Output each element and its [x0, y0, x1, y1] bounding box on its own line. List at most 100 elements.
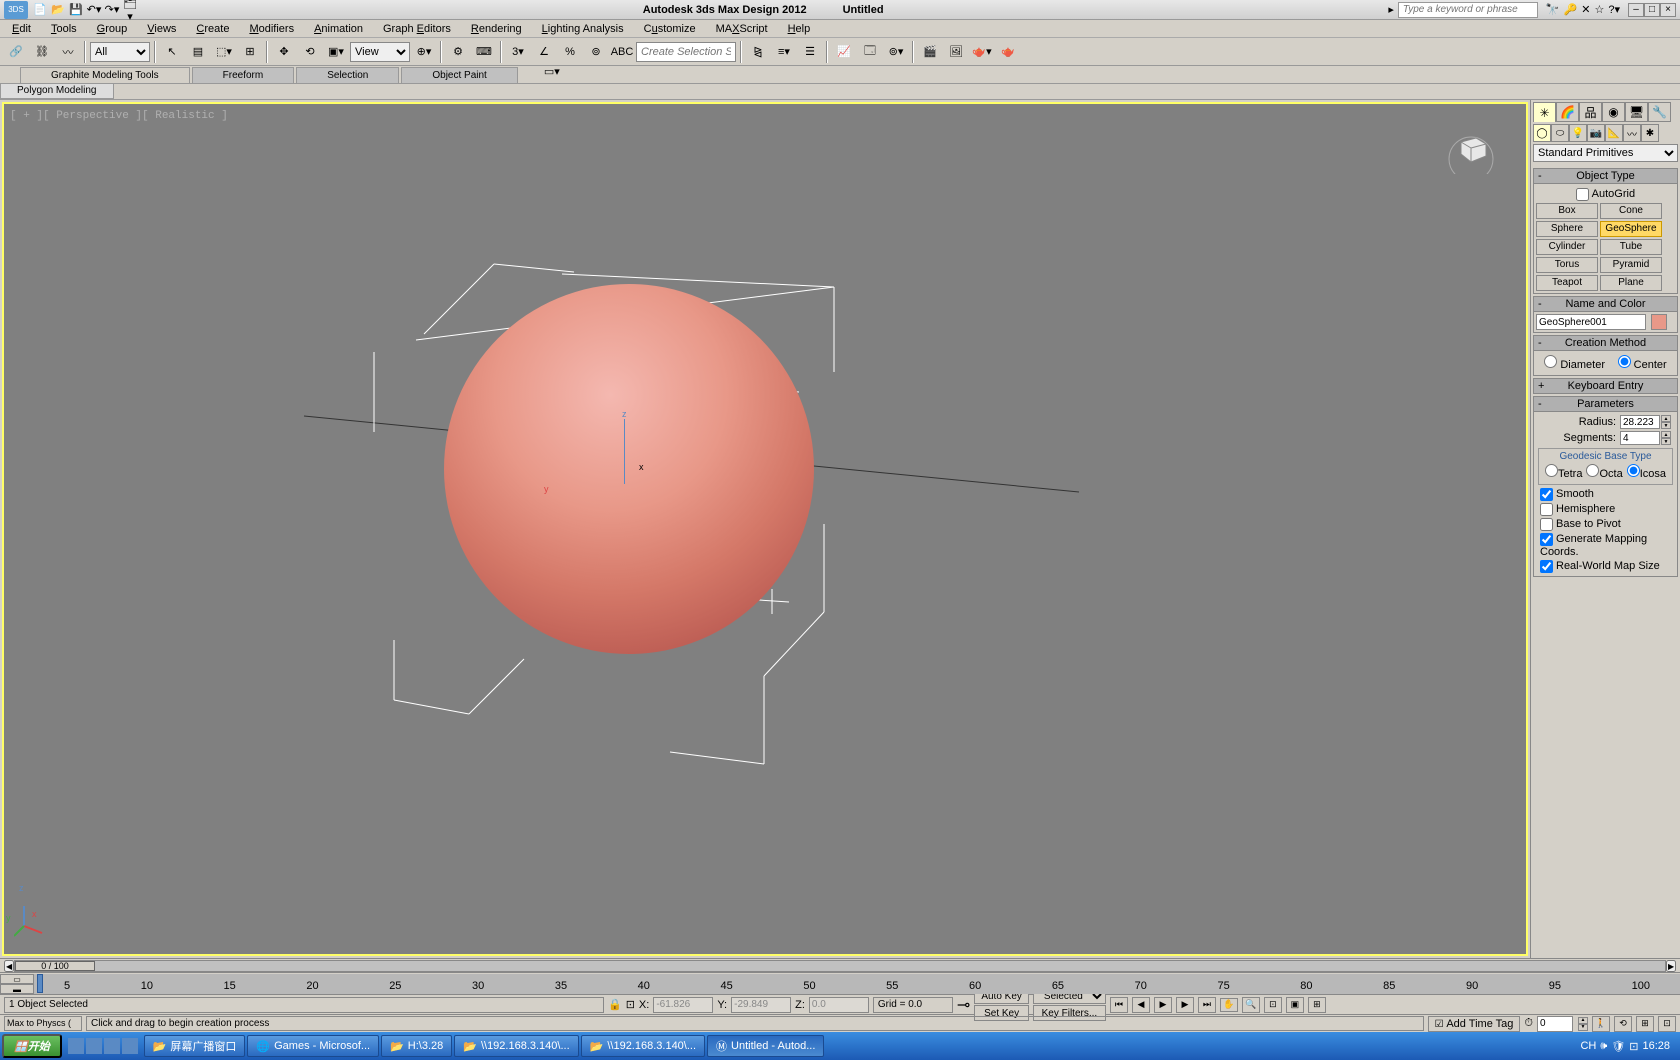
segments-input[interactable] [1620, 431, 1660, 445]
taskbar-task-5[interactable]: ⓂUntitled - Autod... [707, 1035, 824, 1057]
play-icon[interactable]: ▶ [1154, 997, 1172, 1013]
time-next-icon[interactable]: ▶ [1666, 960, 1676, 972]
unlink-icon[interactable]: ⛓ [30, 40, 54, 64]
spacewarps-icon[interactable]: 〰 [1623, 124, 1641, 142]
select-by-name-icon[interactable]: ▤ [186, 40, 210, 64]
cameras-icon[interactable]: 📷 [1587, 124, 1605, 142]
render-production-icon[interactable]: 🫖▾ [970, 40, 994, 64]
open-icon[interactable]: 📂 [50, 2, 66, 18]
taskbar-task-2[interactable]: 📂H:\3.28 [381, 1035, 452, 1057]
rollout-object-type[interactable]: -Object Type [1533, 168, 1678, 184]
help-icon[interactable]: ?▾ [1608, 3, 1620, 16]
menu-customize[interactable]: Customize [640, 22, 700, 36]
nav-orbit-icon[interactable]: ⟲ [1614, 1016, 1632, 1032]
cone-button[interactable]: Cone [1600, 203, 1662, 219]
viewcube[interactable] [1446, 124, 1496, 174]
menu-rendering[interactable]: Rendering [467, 22, 526, 36]
nav-field-icon[interactable]: ▣ [1286, 997, 1304, 1013]
diameter-radio[interactable]: Diameter [1544, 355, 1605, 371]
segments-spin-up[interactable]: ▲ [1661, 431, 1671, 438]
viewport[interactable]: [ + ][ Perspective ][ Realistic ] [2, 102, 1528, 956]
systems-icon[interactable]: ✱ [1641, 124, 1659, 142]
rotate-icon[interactable]: ⟲ [298, 40, 322, 64]
nav-maximize-icon[interactable]: ⊞ [1636, 1016, 1654, 1032]
geosphere-button[interactable]: GeoSphere [1600, 221, 1662, 237]
move-icon[interactable]: ✥ [272, 40, 296, 64]
schematic-view-icon[interactable]: 🗔 [858, 40, 882, 64]
taskbar-task-1[interactable]: 🌐Games - Microsof... [247, 1035, 379, 1057]
ref-coord-dropdown[interactable]: View [350, 42, 410, 62]
tube-button[interactable]: Tube [1600, 239, 1662, 255]
prev-frame-icon[interactable]: ◀ [1132, 997, 1150, 1013]
frame-input[interactable] [1537, 1016, 1573, 1032]
tab-object-paint[interactable]: Object Paint [401, 67, 517, 83]
shapes-icon[interactable]: ⬭ [1551, 124, 1569, 142]
ime-indicator[interactable]: CH [1580, 1040, 1596, 1052]
align-icon[interactable]: ≡▾ [772, 40, 796, 64]
infocenter-arrow-icon[interactable]: ▸ [1388, 3, 1394, 16]
layers-icon[interactable]: ☰ [798, 40, 822, 64]
maximize-button[interactable]: □ [1644, 3, 1660, 17]
rendered-frame-icon[interactable]: 🖼 [944, 40, 968, 64]
next-frame-icon[interactable]: ▶ [1176, 997, 1194, 1013]
geometry-icon[interactable]: ◯ [1533, 124, 1551, 142]
pyramid-button[interactable]: Pyramid [1600, 257, 1662, 273]
base-pivot-checkbox[interactable] [1540, 518, 1553, 531]
tab-selection[interactable]: Selection [296, 67, 399, 83]
close-button[interactable]: × [1660, 3, 1676, 17]
ql-explorer-icon[interactable] [104, 1038, 120, 1054]
tab-graphite[interactable]: Graphite Modeling Tools [20, 67, 190, 83]
time-slider-thumb[interactable]: 0 / 100 [15, 961, 95, 971]
hierarchy-tab-icon[interactable]: 品 [1579, 102, 1602, 122]
tray-icon-1[interactable]: 🕪 [1600, 1040, 1607, 1053]
nav-pan-icon[interactable]: ✋ [1220, 998, 1238, 1012]
frame-spin-down[interactable]: ▼ [1578, 1024, 1588, 1031]
start-button[interactable]: 🪟 开始 [2, 1034, 62, 1058]
pivot-center-icon[interactable]: ⊕▾ [412, 40, 436, 64]
material-editor-icon[interactable]: ⊚▾ [884, 40, 908, 64]
manipulate-icon[interactable]: ⚙ [446, 40, 470, 64]
radius-spin-up[interactable]: ▲ [1661, 415, 1671, 422]
menu-graph-editors[interactable]: Graph Editors [379, 22, 455, 36]
taskbar-task-4[interactable]: 📂\\192.168.3.140\... [581, 1035, 705, 1057]
segments-spin-down[interactable]: ▼ [1661, 438, 1671, 445]
minimize-button[interactable]: – [1628, 3, 1644, 17]
menu-animation[interactable]: Animation [310, 22, 367, 36]
mirror-icon[interactable]: ⧎ [746, 40, 770, 64]
render-icon[interactable]: 🫖 [996, 40, 1020, 64]
bind-icon[interactable]: 〰 [56, 40, 80, 64]
tab-freeform[interactable]: Freeform [192, 67, 295, 83]
track-key-icon[interactable]: ▬ [0, 984, 34, 994]
viewport-label[interactable]: [ + ][ Perspective ][ Realistic ] [10, 110, 228, 122]
realworld-checkbox[interactable] [1540, 560, 1553, 573]
time-marker[interactable] [37, 974, 43, 993]
modify-tab-icon[interactable]: 🌈 [1556, 102, 1579, 122]
tray-icon-3[interactable]: ⊡ [1629, 1040, 1638, 1053]
object-color-swatch[interactable] [1651, 314, 1667, 330]
x-coord-input[interactable] [653, 997, 713, 1013]
plane-button[interactable]: Plane [1600, 275, 1662, 291]
clock[interactable]: 16:28 [1642, 1040, 1670, 1052]
new-icon[interactable]: 📄 [32, 2, 48, 18]
mapping-checkbox[interactable] [1540, 533, 1553, 546]
icosa-radio[interactable]: Icosa [1627, 464, 1666, 480]
menu-views[interactable]: Views [143, 22, 180, 36]
rollout-name-color[interactable]: -Name and Color [1533, 296, 1678, 312]
tetra-radio[interactable]: Tetra [1545, 464, 1582, 480]
nav-zoom-all-icon[interactable]: ⊡ [1264, 997, 1282, 1013]
goto-start-icon[interactable]: ⏮ [1110, 997, 1128, 1013]
geosphere-object[interactable] [444, 284, 814, 654]
edit-selection-set-icon[interactable]: ABC [610, 40, 634, 64]
create-tab-icon[interactable]: ✳ [1533, 102, 1556, 122]
undo-icon[interactable]: ↶▾ [86, 2, 102, 18]
teapot-button[interactable]: Teapot [1536, 275, 1598, 291]
goto-end-icon[interactable]: ⏭ [1198, 997, 1216, 1013]
rollout-keyboard-entry[interactable]: +Keyboard Entry [1533, 378, 1678, 394]
tray-icon-2[interactable]: 🛡 [1611, 1040, 1625, 1053]
nav-minmax-icon[interactable]: ⊡ [1658, 1016, 1676, 1032]
add-time-tag-button[interactable]: ☑ Add Time Tag [1428, 1016, 1521, 1032]
link-icon[interactable]: 🔗 [4, 40, 28, 64]
binoculars-icon[interactable]: 🔭 [1546, 3, 1560, 16]
z-coord-input[interactable] [809, 997, 869, 1013]
isolate-icon[interactable]: ⊡ [626, 998, 635, 1011]
